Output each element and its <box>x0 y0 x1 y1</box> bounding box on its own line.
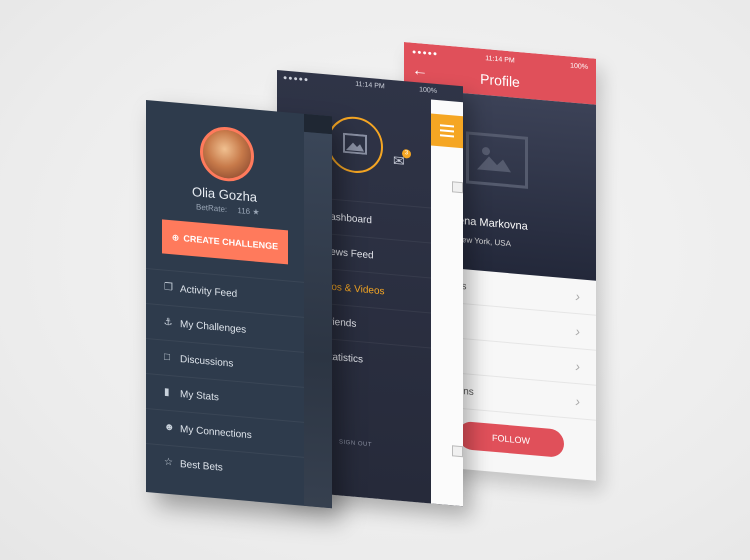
chevron-right-icon: › <box>575 392 580 410</box>
hamburger-menu-button[interactable] <box>431 113 463 149</box>
image-icon <box>477 147 511 173</box>
content-panel <box>304 131 332 509</box>
menu-item-label: otos & Videos <box>323 281 385 298</box>
drawer-menu: ❐ Activity Feed ⚓ My Challenges □ Discus… <box>146 268 304 492</box>
profile-name: ena Markovna <box>458 214 528 233</box>
chevron-right-icon: › <box>575 287 580 305</box>
menu-icon-line <box>440 129 454 133</box>
avatar[interactable] <box>200 124 254 184</box>
mockup-stage: ●●●●● 11:14 PM 100% ← Profile ena Markov… <box>0 0 750 560</box>
create-challenge-label: CREATE CHALLENGE <box>183 233 279 252</box>
menu-icon-line <box>440 134 454 138</box>
menu-icon-line <box>440 124 454 128</box>
create-challenge-button[interactable]: ⊕ CREATE CHALLENGE <box>162 219 288 265</box>
follow-button[interactable]: FOLLOW <box>458 420 564 458</box>
battery-level: 100% <box>419 86 437 95</box>
avatar[interactable] <box>327 114 383 176</box>
drawer-screen: Olia Gozha BetRate: 116 ★ ⊕ CREATE CHALLE… <box>146 100 332 509</box>
menu-item-label: Best Bets <box>180 458 223 474</box>
feed-icon: ❐ <box>164 281 173 294</box>
menu-item-label: My Challenges <box>180 318 247 336</box>
image-icon <box>452 181 463 194</box>
star-icon: ☆ <box>164 456 173 469</box>
user-name: Olia Gozha <box>192 184 258 205</box>
notification-badge: 3 <box>402 148 411 159</box>
profile-photo-placeholder <box>466 131 528 189</box>
betrate-value: 116 ★ <box>237 205 260 217</box>
anchor-icon: ⚓ <box>164 316 173 329</box>
chevron-right-icon: › <box>575 357 580 375</box>
betrate-label: BetRate: <box>196 202 228 215</box>
image-icon <box>343 132 367 155</box>
battery-level: 100% <box>570 62 588 72</box>
chat-icon: □ <box>164 351 171 364</box>
menu-item-label: Activity Feed <box>180 283 238 300</box>
image-icon <box>452 445 463 458</box>
plus-circle-icon: ⊕ <box>171 232 180 243</box>
menu-item-label: My Connections <box>180 423 252 442</box>
betrate: BetRate: 116 ★ <box>196 202 260 217</box>
sign-out-link[interactable]: SIGN OUT <box>339 439 372 448</box>
user-icon: ☻ <box>164 421 175 434</box>
chevron-right-icon: › <box>575 322 580 340</box>
menu-item-label: Discussions <box>180 353 234 370</box>
profile-location: ew York, USA <box>462 235 511 249</box>
menu-item-label: My Stats <box>180 388 219 404</box>
stats-icon: ▮ <box>164 386 170 399</box>
mail-icon[interactable]: ✉ 3 <box>393 148 411 170</box>
